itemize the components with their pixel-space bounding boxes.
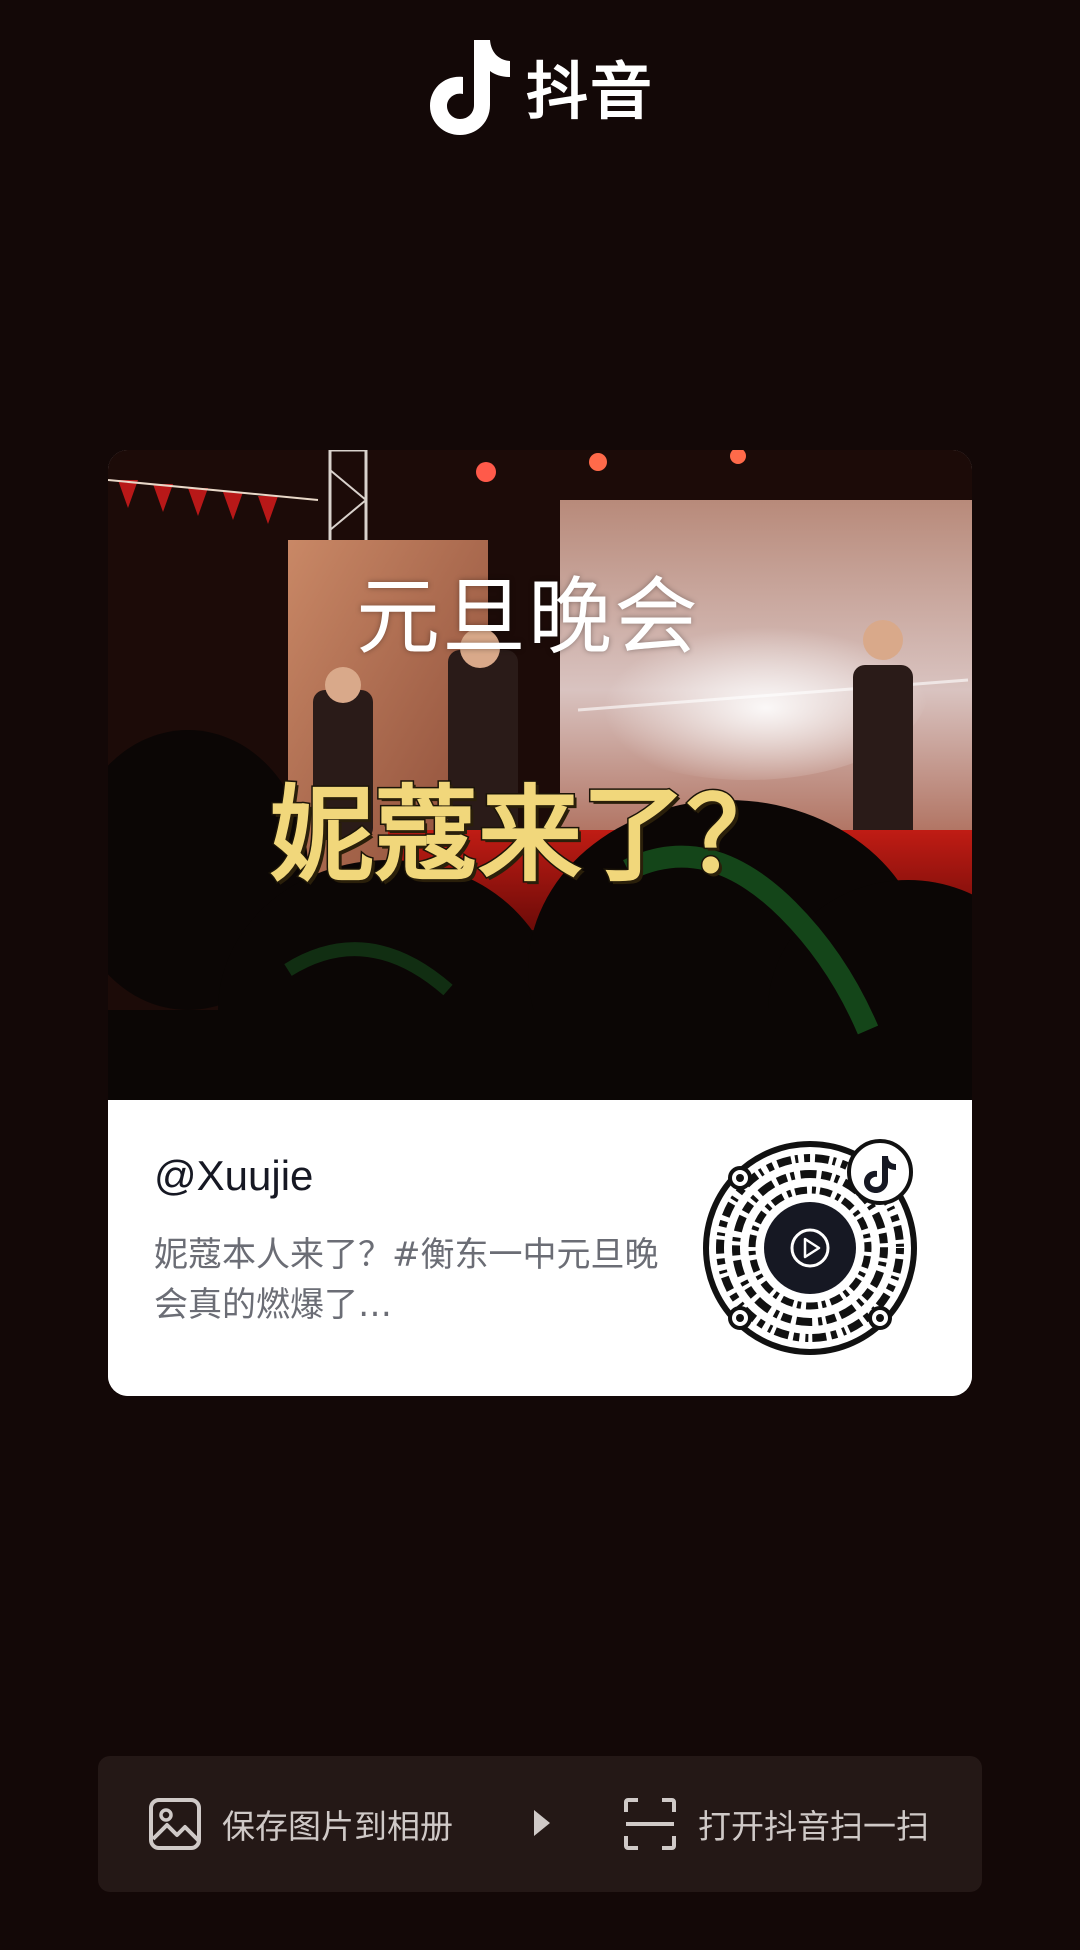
douyin-badge-icon [847,1139,913,1205]
scan-icon [624,1798,676,1850]
share-poster-page: 抖音 元旦晚会 妮蔻来了？ @Xuujie 妮蔻本人来了？#衡东一中元旦晚会真的… [0,0,1080,1950]
action-bar: 保存图片到相册 打开抖音扫一扫 [98,1756,982,1892]
cover-caption-title: 元旦晚会 [355,568,700,666]
video-cover[interactable]: 元旦晚会 妮蔻来了？ [108,450,972,1100]
douyin-logo-icon [430,40,510,135]
save-to-album-button[interactable]: 保存图片到相册 [148,1756,453,1892]
video-description: 妮蔻本人来了？#衡东一中元旦晚会真的燃爆了… [154,1235,659,1325]
open-douyin-scan-button[interactable]: 打开抖音扫一扫 [622,1756,929,1892]
app-logo: 抖音 [422,36,654,136]
cover-caption-subtitle: 妮蔻来了？ [268,772,791,898]
play-circle-icon [764,1202,856,1294]
open-douyin-scan-label: 打开抖音扫一扫 [698,1807,929,1846]
app-name: 抖音 [526,55,655,128]
qr-code [703,1139,917,1355]
author-name[interactable]: @Xuujie [154,1152,313,1200]
image-icon [149,1798,201,1850]
video-share-card[interactable]: 元旦晚会 妮蔻来了？ @Xuujie 妮蔻本人来了？#衡东一中元旦晚会真的燃爆了… [108,450,972,1396]
card-info: @Xuujie 妮蔻本人来了？#衡东一中元旦晚会真的燃爆了… [108,1100,972,1396]
save-to-album-label: 保存图片到相册 [222,1807,453,1846]
play-arrow-icon [534,1810,550,1836]
